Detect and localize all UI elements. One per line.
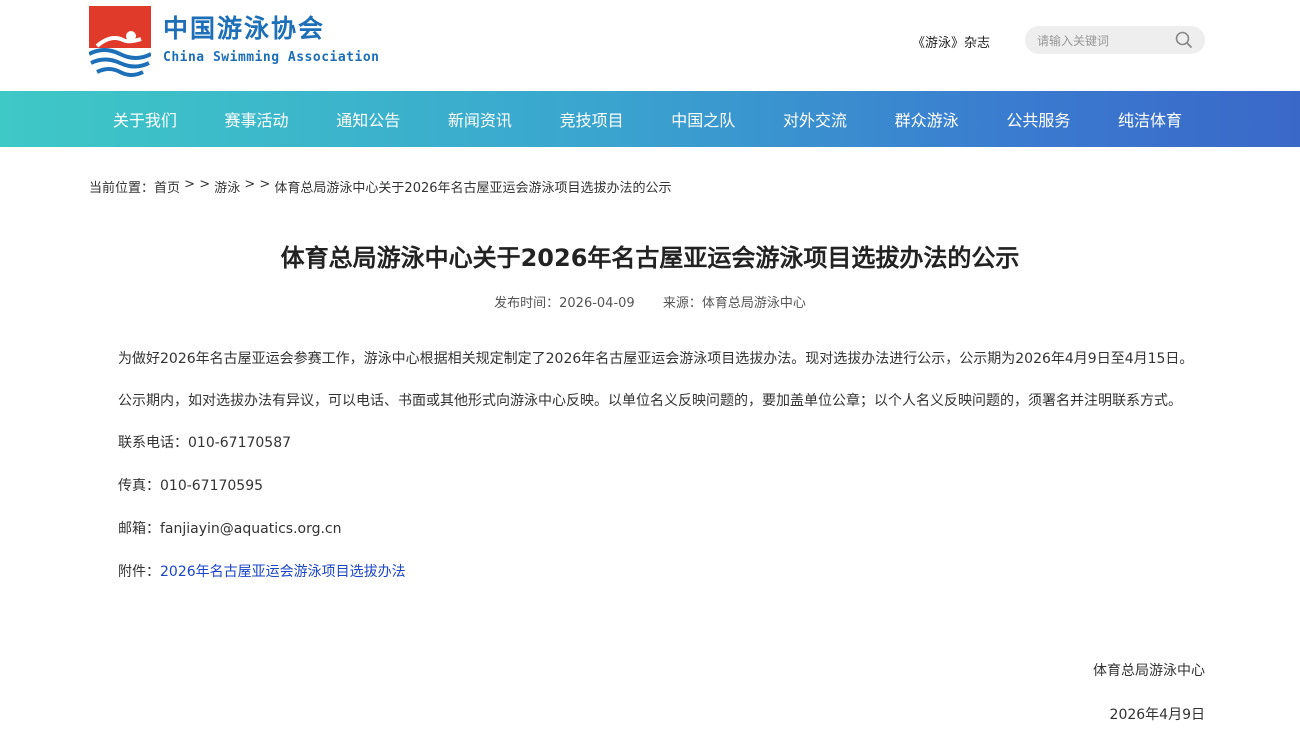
main-nav: 关于我们 赛事活动 通知公告 新闻资讯 竞技项目 中国之队 对外交流 群众游泳 … <box>0 91 1300 147</box>
attachment-row: 附件：2026年名古屋亚运会游泳项目选拔办法 <box>89 558 1205 587</box>
breadcrumb-separator: > > <box>180 177 215 192</box>
logo-chinese-name: 中国游泳协会 <box>163 14 326 43</box>
paragraph-feedback: 公示期内，如对选拔办法有异议，可以电话、书面或其他形式向游泳中心反映。以单位名义… <box>118 393 1182 409</box>
site-logo[interactable]: 中国游泳协会 China Swimming Association <box>89 6 389 78</box>
magazine-link[interactable]: 《游泳》杂志 <box>912 32 990 51</box>
publish-date: 发布时间：2026-04-09 <box>494 296 635 311</box>
nav-item-notices[interactable]: 通知公告 <box>312 107 424 131</box>
breadcrumb-home[interactable]: 首页 <box>154 177 180 196</box>
nav-item-competitive-sports[interactable]: 竞技项目 <box>536 107 648 131</box>
site-header: 中国游泳协会 China Swimming Association 《游泳》杂志 <box>0 0 1300 91</box>
nav-item-clean-sport[interactable]: 纯洁体育 <box>1094 107 1206 131</box>
signature-date: 2026年4月9日 <box>1109 707 1205 723</box>
swimmer-logo-icon <box>89 6 151 77</box>
paragraph-intro: 为做好2026年名古屋亚运会参赛工作，游泳中心根据相关规定制定了2026年名古屋… <box>118 351 1194 367</box>
search-icon[interactable] <box>1175 31 1193 49</box>
attachment-link[interactable]: 2026年名古屋亚运会游泳项目选拔办法 <box>160 564 406 580</box>
contact-fax: 传真：010-67170595 <box>118 478 264 494</box>
search-box <box>1025 26 1205 56</box>
article-title: 体育总局游泳中心关于2026年名古屋亚运会游泳项目选拔办法的公示 <box>280 244 1020 272</box>
contact-phone: 联系电话：010-67170587 <box>118 435 292 451</box>
breadcrumb-section[interactable]: 游泳 <box>214 177 240 196</box>
article-source: 来源：体育总局游泳中心 <box>662 296 806 311</box>
nav-item-news[interactable]: 新闻资讯 <box>424 107 536 131</box>
nav-item-china-team[interactable]: 中国之队 <box>647 107 759 131</box>
signature-organization: 体育总局游泳中心 <box>1093 663 1205 679</box>
nav-item-exchanges[interactable]: 对外交流 <box>759 107 871 131</box>
nav-item-mass-swimming[interactable]: 群众游泳 <box>871 107 983 131</box>
breadcrumb: 当前位置： 首页 > > 游泳 > > 体育总局游泳中心关于2026年名古屋亚运… <box>89 177 672 196</box>
article-body: 为做好2026年名古屋亚运会参赛工作，游泳中心根据相关规定制定了2026年名古屋… <box>89 345 1205 601</box>
attachment-label: 附件： <box>118 564 160 580</box>
article-meta: 发布时间：2026-04-09 来源：体育总局游泳中心 <box>0 292 1300 311</box>
breadcrumb-current: 体育总局游泳中心关于2026年名古屋亚运会游泳项目选拔办法的公示 <box>274 181 672 196</box>
logo-english-name: China Swimming Association <box>163 50 380 65</box>
nav-item-events[interactable]: 赛事活动 <box>201 107 313 131</box>
search-input[interactable] <box>1035 26 1173 56</box>
breadcrumb-prefix: 当前位置： <box>89 181 155 196</box>
nav-item-public-service[interactable]: 公共服务 <box>983 107 1095 131</box>
contact-email: 邮箱：fanjiayin@aquatics.org.cn <box>118 521 342 537</box>
nav-item-about[interactable]: 关于我们 <box>89 107 201 131</box>
breadcrumb-separator: > > <box>240 177 275 192</box>
